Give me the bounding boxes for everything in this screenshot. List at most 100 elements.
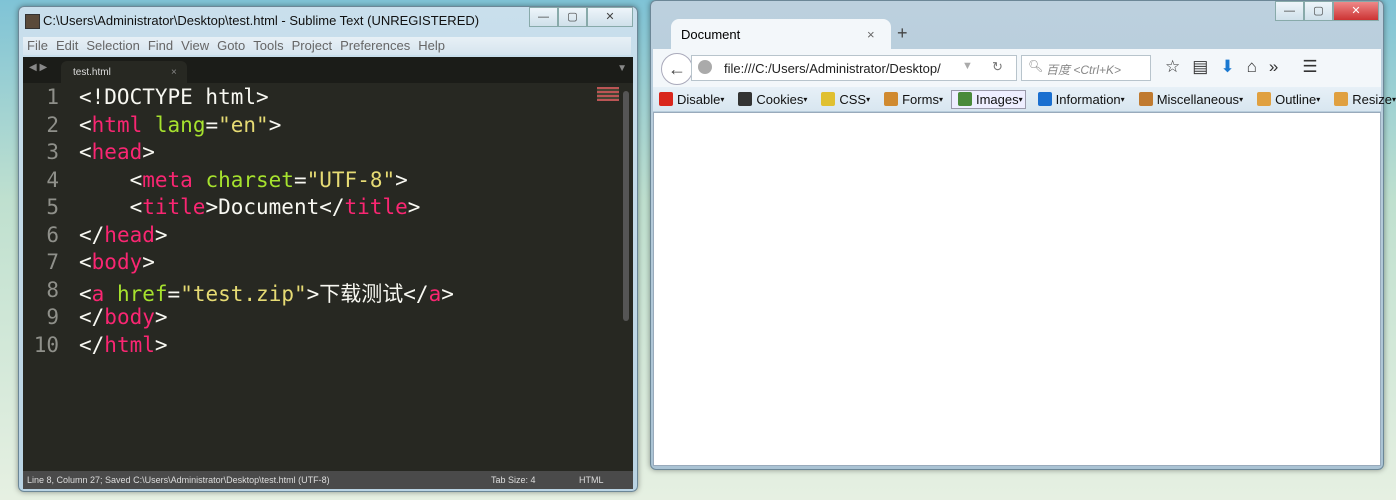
menu-preferences[interactable]: Preferences [336, 37, 414, 55]
code-token: a [91, 281, 105, 306]
reload-icon[interactable]: ↻ [992, 59, 1003, 75]
code-line: </html> [79, 333, 168, 357]
minimize-button[interactable]: — [1275, 1, 1304, 21]
menu-help[interactable]: Help [414, 37, 449, 55]
tab-nav-arrows-icon[interactable]: ◀ ▶ [29, 62, 47, 73]
dropdown-caret-icon: ▾ [803, 94, 808, 104]
css-icon [821, 92, 836, 106]
bookmark-star-icon[interactable]: ☆ [1165, 57, 1180, 77]
menu-find[interactable]: Find [144, 37, 177, 55]
code-line: <html lang="en"> [79, 113, 281, 137]
miscellaneous-icon [1138, 92, 1153, 106]
webdev-menu-miscellaneous[interactable]: Miscellaneous ▾ [1133, 91, 1245, 108]
tab-close-icon[interactable]: × [867, 27, 875, 42]
menu-project[interactable]: Project [288, 37, 336, 55]
tab-size[interactable]: Tab Size: 4 [491, 471, 536, 489]
overflow-chevron-icon[interactable]: » [1269, 57, 1278, 77]
webdev-menu-forms[interactable]: Forms ▾ [878, 91, 945, 108]
code-token: </ [79, 305, 105, 329]
code-token: > [142, 140, 155, 164]
code-line: </head> [79, 223, 168, 247]
home-icon[interactable]: ⌂ [1247, 57, 1257, 77]
webdev-menu-disable[interactable]: Disable ▾ [653, 91, 726, 108]
code-token: < [79, 140, 92, 164]
scrollbar[interactable] [623, 91, 629, 321]
new-tab-button[interactable]: + [897, 23, 908, 44]
line-number: 6 [46, 222, 59, 247]
information-icon [1037, 92, 1052, 106]
close-button[interactable]: ✕ [1333, 1, 1379, 21]
syntax-mode[interactable]: HTML [579, 471, 604, 489]
resize-icon [1334, 92, 1349, 106]
download-icon[interactable]: ⬇ [1220, 57, 1234, 77]
status-bar: Line 8, Column 27; Saved C:\Users\Admini… [23, 471, 633, 489]
webdev-label: Forms [902, 91, 939, 107]
menu-selection[interactable]: Selection [82, 37, 143, 55]
dropdown-caret-icon: ▾ [938, 94, 943, 104]
code-token: > [407, 195, 421, 219]
webdev-label: Miscellaneous [1156, 91, 1240, 107]
code-token: = [167, 281, 181, 306]
webdev-menu-css[interactable]: CSS ▾ [815, 91, 872, 108]
close-button[interactable]: ✕ [587, 7, 633, 27]
back-button[interactable]: ← [661, 53, 693, 85]
tab-close-icon[interactable]: × [171, 67, 177, 78]
url-bar[interactable]: file:///C:/Users/Administrator/Desktop/ … [691, 55, 1017, 81]
dropdown-caret-icon: ▾ [1120, 94, 1125, 104]
code-token: > [154, 332, 168, 357]
code-token: > [154, 222, 168, 247]
globe-icon [698, 60, 712, 74]
web-developer-toolbar: Disable ▾ Cookies ▾ CSS ▾ Forms ▾ Images ▾ Informa… [653, 87, 1396, 111]
minimize-button[interactable]: — [529, 7, 558, 27]
menu-tools[interactable]: Tools [249, 37, 287, 55]
dropdown-caret-icon: ▾ [866, 94, 871, 104]
tab-document[interactable]: Document × [671, 19, 891, 49]
images-icon [957, 92, 972, 106]
cookies-icon [738, 92, 753, 106]
dropdown-caret-icon: ▾ [720, 94, 725, 104]
code-token: > [441, 281, 454, 306]
menu-icon[interactable]: ☰ [1302, 57, 1317, 77]
line-number: 4 [46, 167, 59, 192]
webdev-menu-resize[interactable]: Resize ▾ [1328, 91, 1396, 108]
disable-icon [659, 92, 673, 106]
webdev-menu-information[interactable]: Information ▾ [1032, 91, 1127, 108]
menu-goto[interactable]: Goto [213, 37, 249, 55]
webdev-menu-outline[interactable]: Outline ▾ [1251, 91, 1322, 108]
outline-icon [1257, 92, 1272, 106]
maximize-button[interactable]: ▢ [1304, 1, 1333, 21]
webdev-label: Disable [677, 91, 721, 107]
line-number: 5 [46, 195, 59, 219]
forms-icon [884, 92, 899, 106]
webdev-menu-images[interactable]: Images ▾ [950, 89, 1026, 109]
search-input[interactable]: 🔍︎ 百度 <Ctrl+K> [1021, 55, 1151, 81]
page-content[interactable] [653, 112, 1381, 466]
nav-bar: ← file:///C:/Users/Administrator/Desktop… [653, 49, 1381, 87]
code-token: < [79, 195, 143, 219]
code-token: "en" [218, 112, 269, 137]
code-line: <title>Document</title> [79, 195, 421, 219]
code-token: </ [79, 222, 105, 247]
search-icon: 🔍︎ [1028, 59, 1044, 73]
maximize-button[interactable]: ▢ [558, 7, 587, 27]
menu-view[interactable]: View [177, 37, 213, 55]
sublime-app-icon [25, 14, 40, 29]
code-token: "UTF-8" [306, 167, 396, 192]
code-token: < [79, 112, 92, 137]
webdev-label: Images [975, 91, 1019, 107]
tab-test-html[interactable]: test.html × [61, 61, 187, 83]
code-token: > [142, 250, 155, 274]
history-dropdown-icon[interactable]: ▼ [962, 60, 973, 72]
code-token: a [428, 281, 442, 306]
search-placeholder: 百度 <Ctrl+K> [1046, 63, 1122, 77]
tab-dropdown-icon[interactable]: ▼ [617, 63, 627, 74]
dropdown-caret-icon: ▾ [1239, 94, 1244, 104]
minimap[interactable] [597, 87, 619, 101]
code-line: <body> [79, 250, 155, 274]
menu-edit[interactable]: Edit [52, 37, 82, 55]
bookmarks-list-icon[interactable]: ▤ [1192, 57, 1208, 77]
editor[interactable]: ◀ ▶ test.html × ▼ 1 <!DOCTYPE html> 2 <html … [23, 57, 633, 471]
webdev-menu-cookies[interactable]: Cookies ▾ [732, 91, 809, 108]
menu-file[interactable]: File [23, 37, 52, 55]
webdev-label: Resize [1352, 91, 1393, 107]
